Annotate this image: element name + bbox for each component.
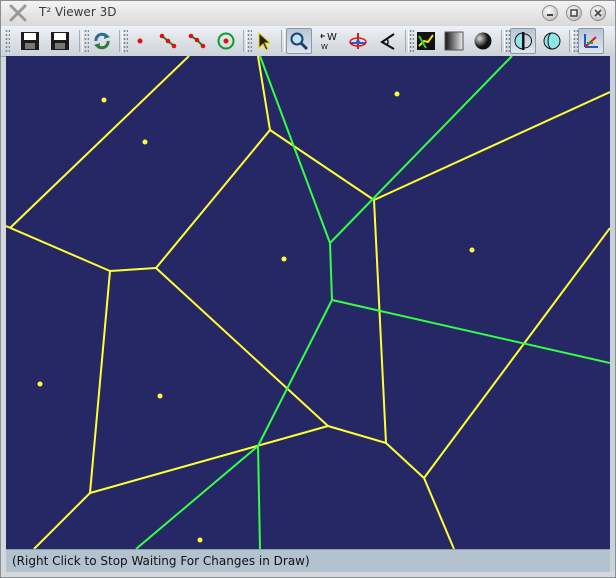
green-edge — [331, 299, 610, 364]
zoom-button[interactable] — [286, 28, 312, 54]
close-button[interactable] — [590, 5, 606, 21]
window-border — [610, 56, 615, 571]
voronoi-edge — [423, 477, 455, 549]
shading-icon — [474, 32, 492, 50]
voronoi-edge — [423, 227, 610, 479]
viewer-canvas[interactable] — [6, 56, 610, 549]
rotate-axes-button[interactable] — [345, 28, 371, 54]
gradient-button[interactable] — [441, 28, 467, 54]
save-as-button[interactable] — [47, 28, 73, 54]
svg-text:W: W — [321, 43, 328, 51]
refresh-button[interactable] — [89, 28, 115, 54]
green-edge — [257, 445, 261, 549]
points-mode-icon — [137, 38, 143, 44]
maximize-icon — [570, 9, 578, 17]
sphere-button[interactable] — [539, 28, 565, 54]
voronoi-edge — [373, 199, 387, 444]
angle-button[interactable] — [375, 28, 401, 54]
voronoi-edge — [269, 129, 375, 201]
site-point — [281, 256, 287, 262]
voronoi-edge — [373, 91, 610, 201]
voronoi-edge — [385, 442, 425, 479]
voronoi-edge — [155, 267, 329, 427]
svg-text:W: W — [327, 32, 337, 43]
voronoi-edge — [327, 425, 387, 444]
site-point — [197, 537, 203, 543]
save-as-icon — [51, 32, 69, 50]
voronoi-edge — [89, 425, 329, 494]
app-logo-icon — [9, 4, 27, 22]
site-point — [101, 97, 107, 103]
minimize-button[interactable] — [542, 5, 558, 21]
axes-button[interactable] — [578, 28, 604, 54]
voronoi-edge — [109, 267, 157, 272]
title-bar[interactable]: T² Viewer 3D — [1, 1, 615, 27]
segments-mode-button[interactable] — [155, 28, 181, 54]
segments-mode-icon — [159, 33, 177, 49]
voronoi-edge — [33, 492, 91, 549]
viewer-window: T² Viewer 3D W W (Right Click to Stop Wa… — [0, 0, 616, 578]
site-point — [157, 393, 163, 399]
voronoi-edges — [6, 56, 610, 549]
angle-icon — [380, 33, 395, 50]
window-title: T² Viewer 3D — [39, 5, 117, 19]
shading-button[interactable] — [470, 28, 496, 54]
zoom-icon — [290, 32, 309, 51]
status-bar: (Right Click to Stop Waiting For Changes… — [6, 549, 610, 572]
select-button[interactable] — [251, 28, 277, 54]
toolbar: W W — [1, 26, 615, 57]
voronoi-edge — [89, 270, 111, 494]
status-message: (Right Click to Stop Waiting For Changes… — [12, 554, 310, 568]
points-mode-button[interactable] — [127, 28, 153, 54]
green-edge — [329, 242, 333, 301]
circle-mode-icon — [217, 32, 235, 50]
rotate-axes-icon — [349, 33, 367, 49]
clip-icon — [514, 32, 532, 50]
world-axes-button[interactable]: W W — [316, 28, 342, 54]
polyline-mode-icon — [188, 33, 206, 49]
voronoi-diagram — [6, 56, 610, 549]
site-point — [142, 139, 148, 145]
world-axes-icon: W W — [320, 32, 337, 51]
edge-mode-icon — [417, 32, 435, 50]
refresh-icon — [94, 32, 110, 50]
site-point — [469, 247, 475, 253]
polyline-mode-button[interactable] — [184, 28, 210, 54]
circle-mode-button[interactable] — [213, 28, 239, 54]
axes-icon — [584, 34, 598, 48]
edge-mode-button[interactable] — [413, 28, 439, 54]
sphere-icon — [543, 32, 561, 50]
toolbar-grip[interactable] — [5, 29, 10, 53]
green-edges — [135, 56, 610, 549]
maximize-button[interactable] — [566, 5, 582, 21]
save-icon — [21, 32, 39, 50]
green-edge — [135, 445, 259, 549]
voronoi-edge — [9, 56, 190, 229]
site-point — [37, 381, 43, 387]
close-icon — [594, 9, 602, 17]
toolbar-separator — [79, 30, 83, 52]
clip-button[interactable] — [510, 28, 536, 54]
toolbar-separator — [281, 30, 285, 52]
minimize-icon — [547, 14, 553, 16]
green-edge — [259, 56, 331, 244]
select-arrow-icon — [258, 31, 272, 51]
voronoi-edge — [155, 129, 271, 269]
save-button[interactable] — [17, 28, 43, 54]
voronoi-edge — [6, 225, 111, 272]
gradient-icon — [444, 31, 464, 51]
site-point — [394, 91, 400, 97]
